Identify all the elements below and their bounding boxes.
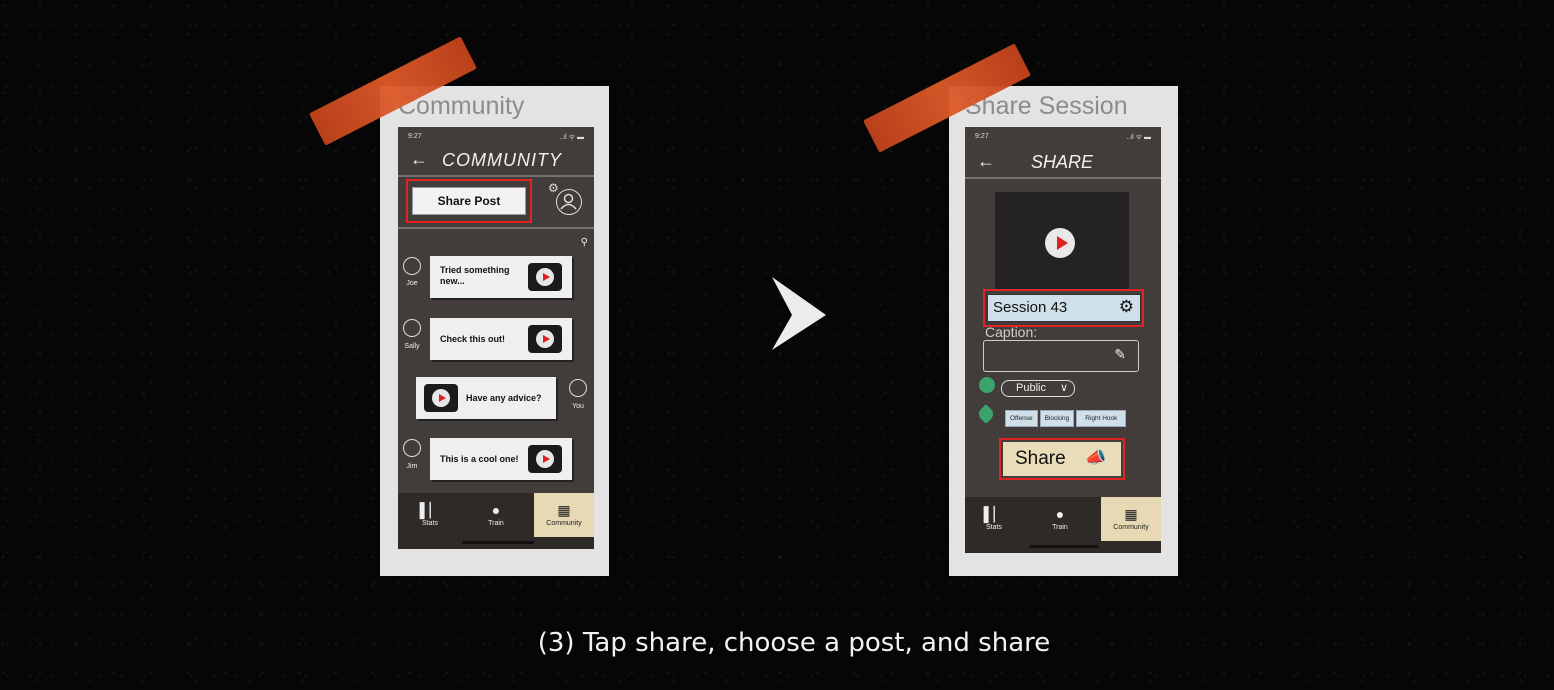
tab-label: Stats	[986, 524, 1002, 531]
share-phone-screen: 9:27 ..ıl ᯤ ▬ ← SHARE Session 43 ⚙ Capti…	[965, 127, 1161, 553]
post-text: Have any advice?	[466, 393, 542, 403]
tags-list: Offense Blocking Right Hook	[1005, 407, 1128, 427]
chevron-down-icon: ∨	[1059, 382, 1068, 394]
visibility-value: Public	[1016, 382, 1046, 394]
session-highlight	[983, 289, 1144, 327]
post-text: Tried something new...	[440, 265, 510, 286]
user-avatar-icon	[569, 379, 587, 397]
divider	[398, 175, 594, 177]
page-title: COMMUNITY	[442, 150, 562, 170]
share-post-button[interactable]: Share Post	[412, 187, 526, 215]
visibility-dropdown[interactable]: Public ∨	[1001, 380, 1075, 397]
tab-stats[interactable]: ▌▏ Stats	[965, 497, 1023, 553]
video-preview[interactable]	[995, 192, 1129, 290]
status-icons: ..ıl ᯤ ▬	[1126, 134, 1151, 141]
tab-stats[interactable]: ▌▏ Stats	[398, 493, 462, 549]
post-text: Check this out!	[440, 334, 506, 344]
post-bubble[interactable]: Have any advice?	[416, 377, 556, 419]
globe-icon	[979, 377, 995, 393]
tag-chip[interactable]: Blocking	[1039, 410, 1075, 427]
status-bar: 9:27 ..ıl ᯤ ▬	[398, 127, 594, 143]
bottom-tab-bar: ▌▏ Stats ● Train ▦ Community	[965, 497, 1161, 553]
play-icon	[536, 330, 554, 348]
share-highlight	[999, 438, 1125, 480]
status-bar: 9:27 ..ıl ᯤ ▬	[965, 127, 1161, 143]
tab-label: Train	[1052, 524, 1068, 531]
back-arrow-icon[interactable]: ←	[977, 151, 995, 172]
edit-pencil-icon[interactable]: ✎	[1114, 346, 1126, 363]
video-thumbnail[interactable]	[424, 384, 458, 412]
next-arrow-icon	[772, 277, 826, 350]
user-avatar-icon	[403, 257, 421, 275]
bar-chart-icon: ▌▏	[983, 506, 1005, 522]
tab-label: Community	[1113, 524, 1149, 531]
bulb-icon: ●	[491, 502, 501, 518]
play-icon[interactable]	[1045, 228, 1075, 258]
home-indicator	[462, 541, 534, 544]
search-icon[interactable]: ⚲	[581, 237, 588, 248]
divider	[398, 227, 594, 229]
status-icons: ..ıl ᯤ ▬	[559, 134, 584, 141]
tab-label: Community	[546, 520, 582, 527]
community-icon: ▦	[1124, 506, 1138, 522]
post-bubble[interactable]: Check this out!	[430, 318, 572, 360]
play-icon	[432, 389, 450, 407]
app-bar: ← COMMUNITY	[398, 149, 594, 173]
user-avatar-icon	[403, 319, 421, 337]
tab-community[interactable]: ▦ Community	[534, 493, 594, 537]
community-card: Community 9:27 ..ıl ᯤ ▬ ← COMMUNITY Shar…	[380, 86, 609, 576]
post-username: Jim	[406, 463, 418, 470]
tab-label: Train	[488, 520, 504, 527]
post-username: You	[572, 403, 584, 410]
app-bar: ← SHARE	[965, 151, 1161, 175]
post-text: This is a cool one!	[440, 454, 519, 464]
play-icon	[536, 268, 554, 286]
video-thumbnail[interactable]	[528, 263, 562, 291]
bulb-icon: ●	[1055, 506, 1065, 522]
page-title: SHARE	[1031, 152, 1094, 172]
step-caption: (3) Tap share, choose a post, and share	[537, 628, 1051, 658]
video-thumbnail[interactable]	[528, 325, 562, 353]
status-time: 9:27	[408, 133, 422, 140]
tag-chip[interactable]: Right Hook	[1076, 410, 1127, 427]
divider	[965, 177, 1161, 179]
user-avatar-icon	[403, 439, 421, 457]
home-indicator	[1029, 545, 1099, 548]
bottom-tab-bar: ▌▏ Stats ● Train ▦ Community	[398, 493, 594, 549]
settings-gear-icon[interactable]: ⚙	[548, 181, 559, 195]
tag-chip[interactable]: Offense	[1005, 410, 1038, 427]
back-arrow-icon[interactable]: ←	[410, 149, 428, 170]
profile-avatar-icon[interactable]	[556, 189, 582, 215]
post-bubble[interactable]: Tried something new...	[430, 256, 572, 298]
bar-chart-icon: ▌▏	[419, 502, 441, 518]
play-icon	[536, 450, 554, 468]
caption-label: Caption:	[985, 324, 1038, 340]
tab-label: Stats	[422, 520, 438, 527]
community-phone-screen: 9:27 ..ıl ᯤ ▬ ← COMMUNITY Share Post ⚙ ⚲…	[398, 127, 594, 549]
post-username: Joe	[406, 280, 418, 287]
community-icon: ▦	[557, 502, 571, 518]
tag-icon	[976, 404, 996, 424]
post-bubble[interactable]: This is a cool one!	[430, 438, 572, 480]
video-thumbnail[interactable]	[528, 445, 562, 473]
tab-community[interactable]: ▦ Community	[1101, 497, 1161, 541]
status-time: 9:27	[975, 133, 989, 140]
post-username: Sally	[404, 343, 420, 350]
share-session-card: Share Session 9:27 ..ıl ᯤ ▬ ← SHARE Sess…	[949, 86, 1178, 576]
caption-input[interactable]: ✎	[983, 340, 1139, 372]
